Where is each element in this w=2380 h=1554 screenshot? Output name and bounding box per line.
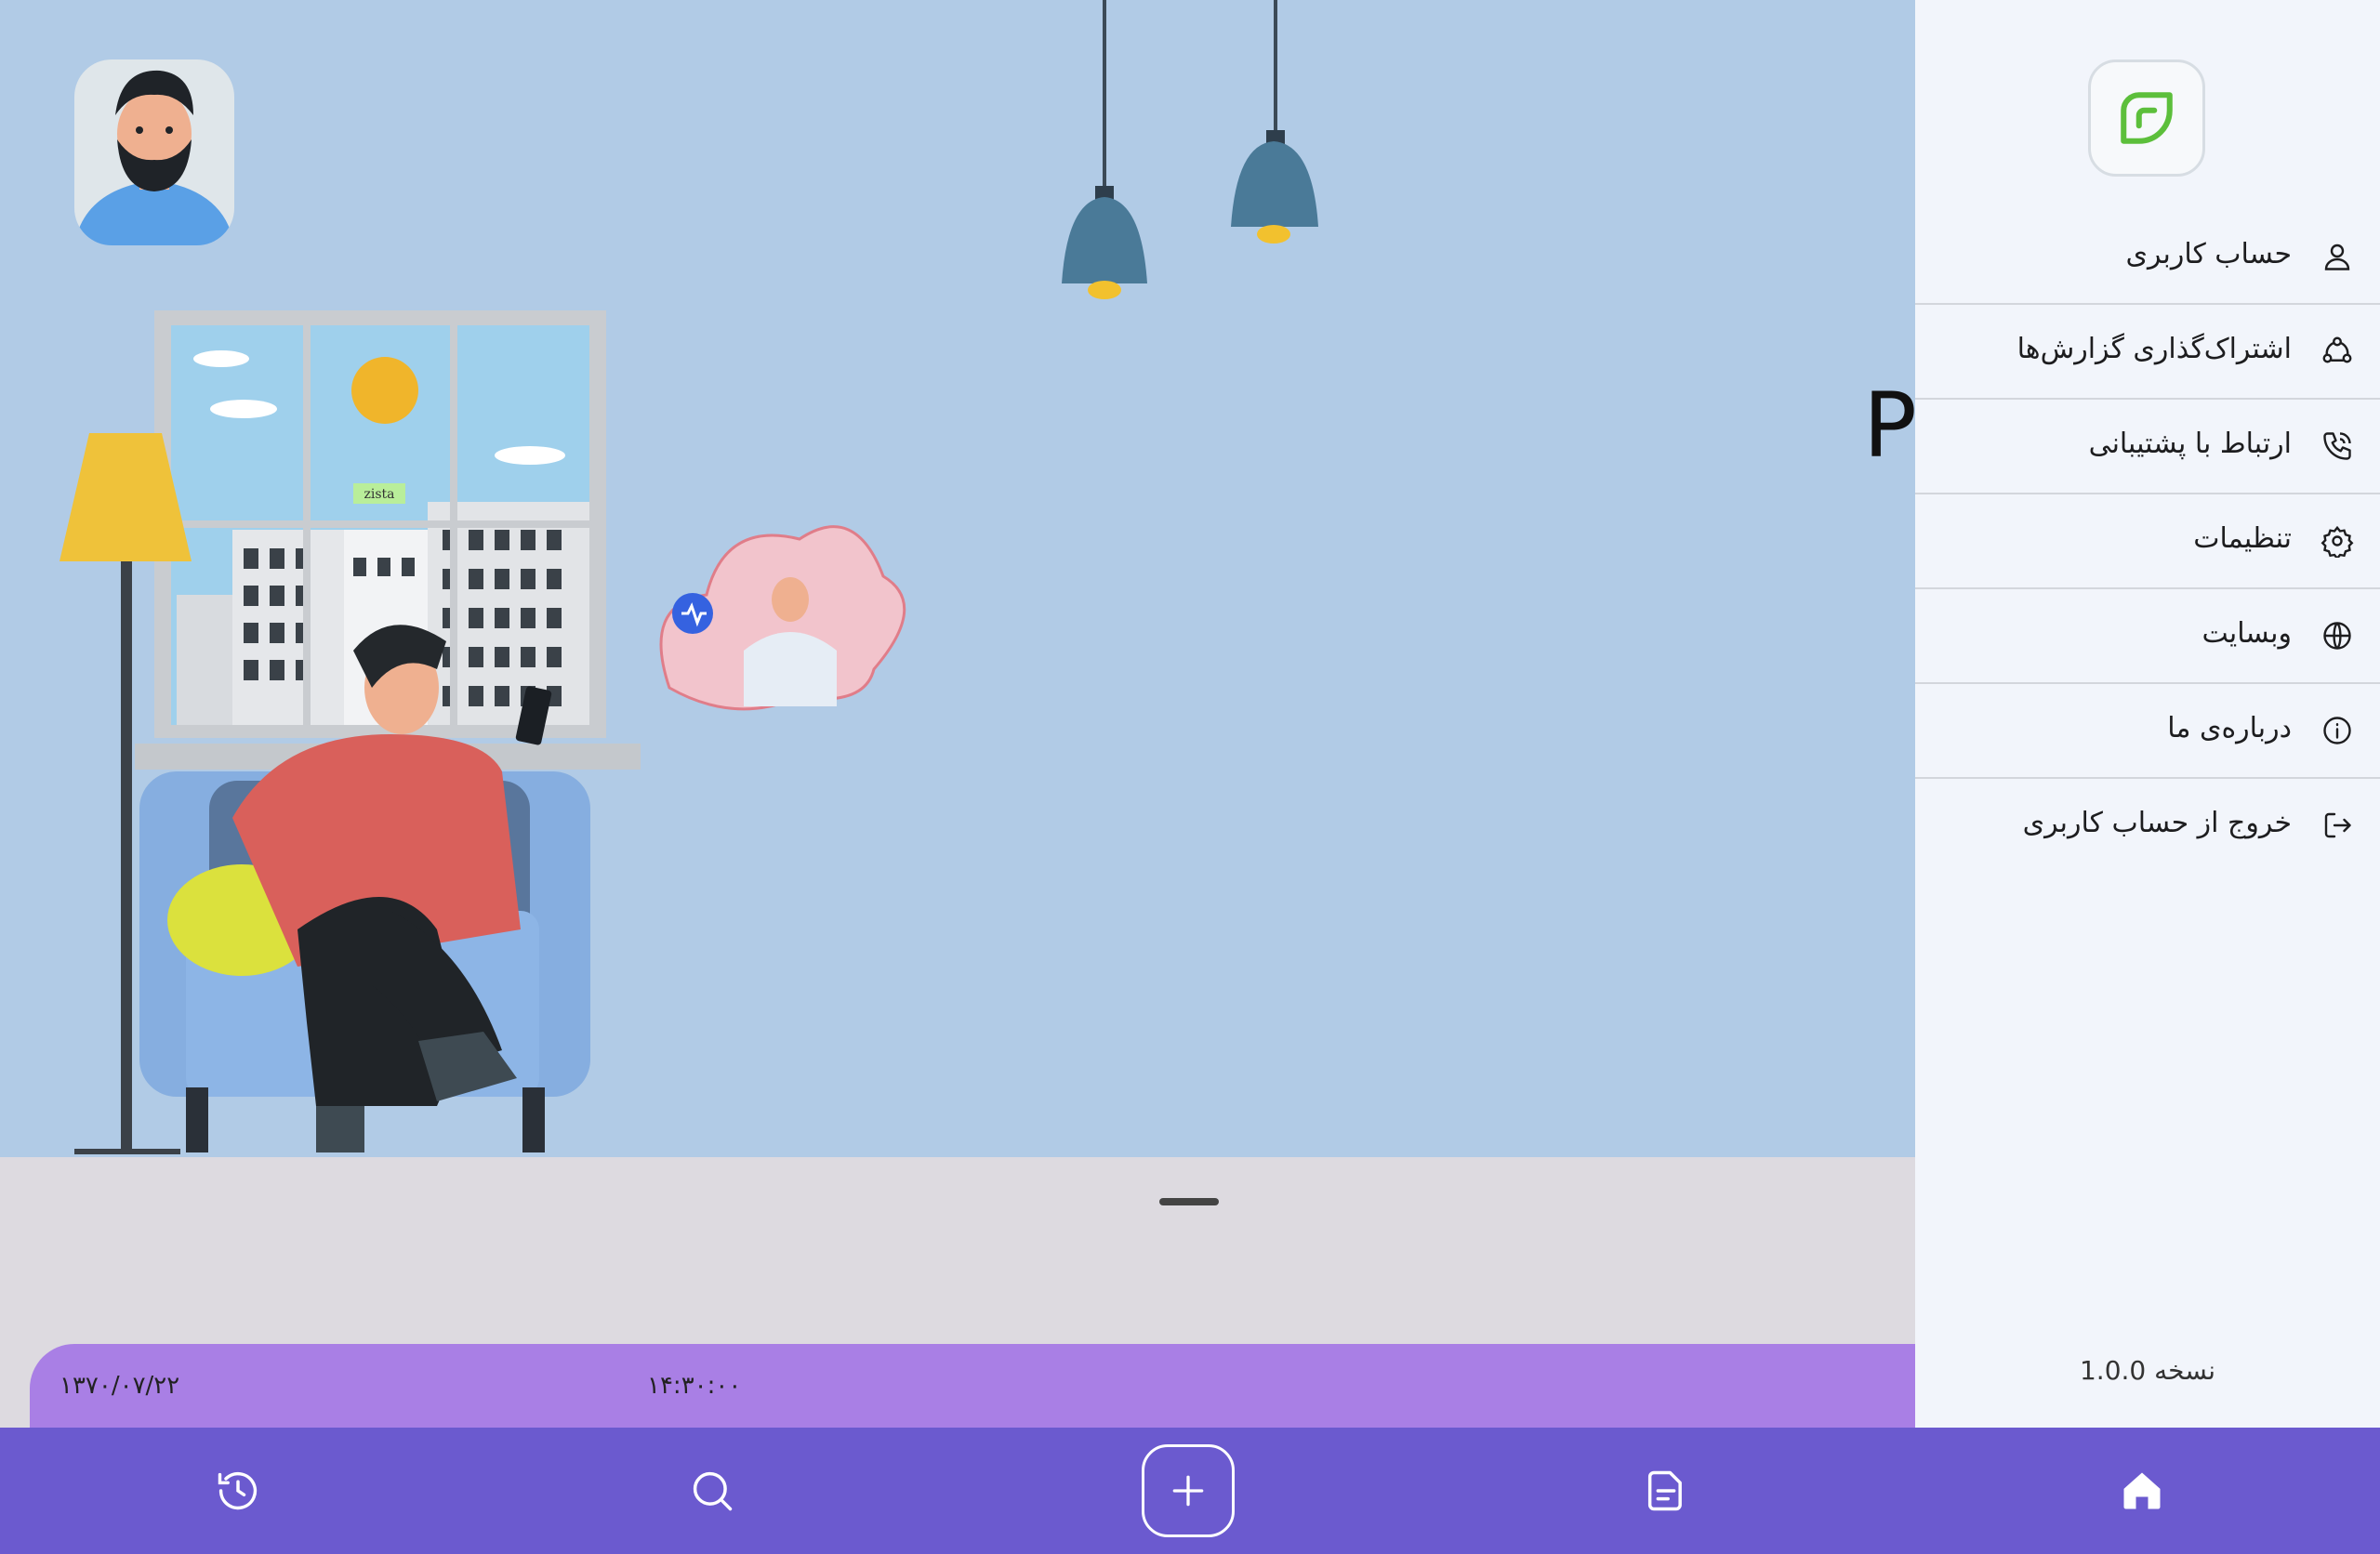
sheet-drag-handle[interactable] bbox=[1159, 1198, 1219, 1205]
menu-item-label: اشتراک‌گذاری گزارش‌ها bbox=[2016, 333, 2292, 365]
nav-add-button[interactable] bbox=[1142, 1444, 1235, 1537]
info-icon bbox=[2323, 717, 2351, 744]
menu-item-settings[interactable]: تنظیمات bbox=[1915, 494, 2380, 589]
drawer-menu: حساب کاربری اشتراک‌گذاری گزارش‌ها ارتباط… bbox=[1915, 210, 2380, 872]
leaf-logo-icon bbox=[2121, 92, 2173, 144]
home-icon bbox=[2123, 1472, 2161, 1509]
search-icon bbox=[693, 1471, 733, 1511]
menu-item-about[interactable]: درباره‌ی ما bbox=[1915, 684, 2380, 779]
share-icon bbox=[2322, 336, 2352, 363]
globe-icon bbox=[2323, 622, 2351, 650]
home-illustration: zista P bbox=[0, 0, 1915, 1157]
nav-home-button[interactable] bbox=[2086, 1428, 2198, 1554]
info-bar: ۱۳۷۰/۰۷/۲۲ ۱۴:۳۰:۰۰ bbox=[30, 1344, 1915, 1428]
nav-history-button[interactable] bbox=[182, 1428, 294, 1554]
gear-icon bbox=[2320, 525, 2354, 558]
app-version: نسخه 1.0.0 bbox=[2079, 1355, 2215, 1386]
menu-item-share-reports[interactable]: اشتراک‌گذاری گزارش‌ها bbox=[1915, 305, 2380, 400]
phone-icon bbox=[2323, 432, 2351, 460]
menu-item-label: وبسایت bbox=[2202, 617, 2292, 650]
menu-item-label: تنظیمات bbox=[2193, 522, 2292, 555]
side-drawer: حساب کاربری اشتراک‌گذاری گزارش‌ها ارتباط… bbox=[1915, 0, 2380, 1428]
menu-item-label: خروج از حساب کاربری bbox=[2022, 807, 2292, 839]
menu-item-website[interactable]: وبسایت bbox=[1915, 589, 2380, 684]
menu-item-account[interactable]: حساب کاربری bbox=[1915, 210, 2380, 305]
time-text: ۱۴:۳۰:۰۰ bbox=[647, 1372, 742, 1400]
app-logo bbox=[2088, 59, 2205, 177]
logout-icon bbox=[2324, 812, 2351, 838]
date-text: ۱۳۷۰/۰۷/۲۲ bbox=[60, 1372, 180, 1400]
add-icon bbox=[1172, 1475, 1204, 1507]
avatar-man-icon bbox=[74, 70, 234, 245]
sign-text: zista bbox=[364, 487, 394, 502]
menu-item-label: حساب کاربری bbox=[2125, 238, 2292, 270]
menu-item-label: درباره‌ی ما bbox=[2167, 712, 2292, 744]
bottom-nav bbox=[0, 1428, 2380, 1554]
user-icon bbox=[2324, 244, 2350, 270]
menu-item-support[interactable]: ارتباط با پشتیبانی bbox=[1915, 400, 2380, 494]
stray-text: P bbox=[1863, 374, 1915, 478]
menu-item-logout[interactable]: خروج از حساب کاربری bbox=[1915, 779, 2380, 872]
nav-search-button[interactable] bbox=[656, 1428, 768, 1554]
history-icon bbox=[218, 1471, 258, 1510]
menu-item-label: ارتباط با پشتیبانی bbox=[2088, 428, 2292, 460]
nav-report-button[interactable] bbox=[1610, 1428, 1722, 1554]
living-room-scene: zista bbox=[60, 0, 1318, 1154]
user-avatar[interactable] bbox=[74, 59, 234, 245]
report-icon bbox=[1647, 1470, 1682, 1511]
